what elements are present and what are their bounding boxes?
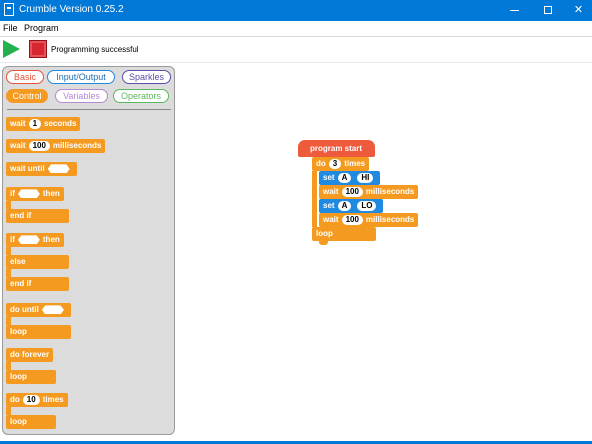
menu-bar: File Program bbox=[0, 21, 592, 36]
block-label: loop bbox=[10, 372, 27, 381]
close-icon: ✕ bbox=[573, 4, 584, 16]
block-set-pin[interactable]: set A HI bbox=[319, 171, 381, 185]
menu-file[interactable]: File bbox=[3, 23, 18, 33]
block-label: wait bbox=[10, 119, 26, 128]
window-title: Crumble Version 0.25.2 bbox=[19, 4, 124, 15]
crumble-window: Crumble Version 0.25.2 ✕ File Program Pr… bbox=[0, 0, 592, 444]
block-else: else bbox=[6, 255, 69, 269]
block-arm bbox=[6, 201, 11, 209]
play-icon[interactable] bbox=[3, 40, 20, 58]
block-do-forever[interactable]: do forever bbox=[6, 348, 54, 362]
block-label: milliseconds bbox=[365, 215, 415, 224]
block-value[interactable]: 100 bbox=[28, 140, 50, 151]
block-label: then bbox=[42, 235, 60, 244]
category-input-output[interactable]: Input/Output bbox=[47, 70, 115, 84]
block-palette: Basic Input/Output Sparkles Control Vari… bbox=[2, 66, 175, 435]
block-label: wait until bbox=[10, 164, 45, 173]
block-label: do bbox=[10, 395, 20, 404]
block-arm bbox=[6, 317, 11, 325]
block-do-times[interactable]: do 10 times bbox=[6, 393, 68, 407]
block-label: milliseconds bbox=[365, 187, 415, 196]
block-label: set bbox=[323, 201, 335, 210]
crumble-app-icon bbox=[4, 3, 14, 16]
block-label: loop bbox=[10, 327, 27, 336]
block-loop: loop bbox=[6, 415, 56, 429]
block-label: set bbox=[323, 173, 335, 182]
block-arm bbox=[6, 269, 11, 277]
block-label: else bbox=[10, 257, 26, 266]
block-label: wait bbox=[323, 215, 339, 224]
pin-value[interactable]: A bbox=[337, 200, 352, 211]
block-loop: loop bbox=[6, 370, 56, 384]
block-label: wait bbox=[10, 141, 26, 150]
block-set-pin[interactable]: set A LO bbox=[319, 199, 384, 213]
condition-slot[interactable] bbox=[41, 305, 64, 315]
category-operators[interactable]: Operators bbox=[113, 89, 169, 103]
maximize-icon bbox=[544, 6, 552, 15]
block-value[interactable]: 100 bbox=[341, 186, 363, 197]
block-if-else[interactable]: if then bbox=[6, 233, 64, 247]
block-arm bbox=[6, 362, 11, 370]
block-value[interactable]: 3 bbox=[328, 158, 342, 169]
block-value[interactable]: 100 bbox=[341, 214, 363, 225]
block-arm bbox=[6, 407, 11, 415]
block-label: end if bbox=[10, 279, 32, 288]
state-value[interactable]: LO bbox=[357, 200, 377, 211]
block-wait-seconds[interactable]: wait 1 seconds bbox=[6, 117, 81, 131]
block-label: do forever bbox=[10, 350, 50, 359]
status-message: Programming successful bbox=[51, 45, 139, 54]
block-label: wait bbox=[323, 187, 339, 196]
state-value[interactable]: HI bbox=[357, 172, 374, 183]
palette-divider bbox=[7, 109, 171, 110]
minimize-button[interactable] bbox=[497, 0, 531, 21]
block-wait-milliseconds[interactable]: wait 100 milliseconds bbox=[6, 139, 106, 153]
condition-slot[interactable] bbox=[47, 164, 70, 174]
program-canvas[interactable]: program start do 3 times set A HI wait 100 mil… bbox=[176, 63, 592, 441]
block-loop: loop bbox=[6, 325, 71, 339]
close-button[interactable]: ✕ bbox=[565, 0, 592, 21]
block-value[interactable]: 10 bbox=[22, 394, 40, 405]
maximize-button[interactable] bbox=[531, 0, 565, 21]
title-bar: Crumble Version 0.25.2 ✕ bbox=[0, 0, 592, 21]
category-variables[interactable]: Variables bbox=[55, 89, 108, 103]
category-basic[interactable]: Basic bbox=[6, 70, 44, 84]
category-sparkles[interactable]: Sparkles bbox=[122, 70, 171, 84]
stop-icon[interactable] bbox=[29, 40, 47, 58]
block-wait-until[interactable]: wait until bbox=[6, 162, 77, 176]
block-do-until[interactable]: do until bbox=[6, 303, 71, 317]
block-end-if: end if bbox=[6, 277, 69, 291]
block-wait-milliseconds[interactable]: wait 100 milliseconds bbox=[319, 213, 419, 227]
pin-value[interactable]: A bbox=[337, 172, 352, 183]
block-end-if: end if bbox=[6, 209, 69, 223]
minimize-icon bbox=[509, 9, 519, 11]
block-label: then bbox=[42, 189, 60, 198]
condition-slot[interactable] bbox=[17, 235, 40, 245]
block-loop: loop bbox=[312, 227, 376, 241]
block-label: do until bbox=[10, 305, 39, 314]
block-label: times bbox=[42, 395, 64, 404]
block-label: if bbox=[10, 235, 15, 244]
block-label: loop bbox=[10, 417, 27, 426]
block-label: end if bbox=[10, 211, 32, 220]
block-label: do bbox=[316, 159, 326, 168]
block-notch bbox=[319, 241, 328, 245]
block-arm bbox=[312, 171, 317, 227]
block-label: milliseconds bbox=[52, 141, 102, 150]
block-label: seconds bbox=[44, 119, 77, 128]
condition-slot[interactable] bbox=[17, 189, 40, 199]
block-if-then[interactable]: if then bbox=[6, 187, 64, 201]
block-label: program start bbox=[310, 144, 363, 153]
category-control[interactable]: Control bbox=[6, 89, 48, 103]
block-label: times bbox=[344, 159, 366, 168]
block-label: loop bbox=[316, 229, 333, 238]
block-program-start[interactable]: program start bbox=[298, 140, 375, 157]
block-wait-milliseconds[interactable]: wait 100 milliseconds bbox=[319, 185, 419, 199]
block-arm bbox=[6, 247, 11, 255]
block-value[interactable]: 1 bbox=[28, 118, 42, 129]
block-do-times[interactable]: do 3 times bbox=[312, 157, 370, 171]
toolbar: Programming successful bbox=[0, 37, 592, 62]
menu-program[interactable]: Program bbox=[24, 23, 59, 33]
block-label: if bbox=[10, 189, 15, 198]
